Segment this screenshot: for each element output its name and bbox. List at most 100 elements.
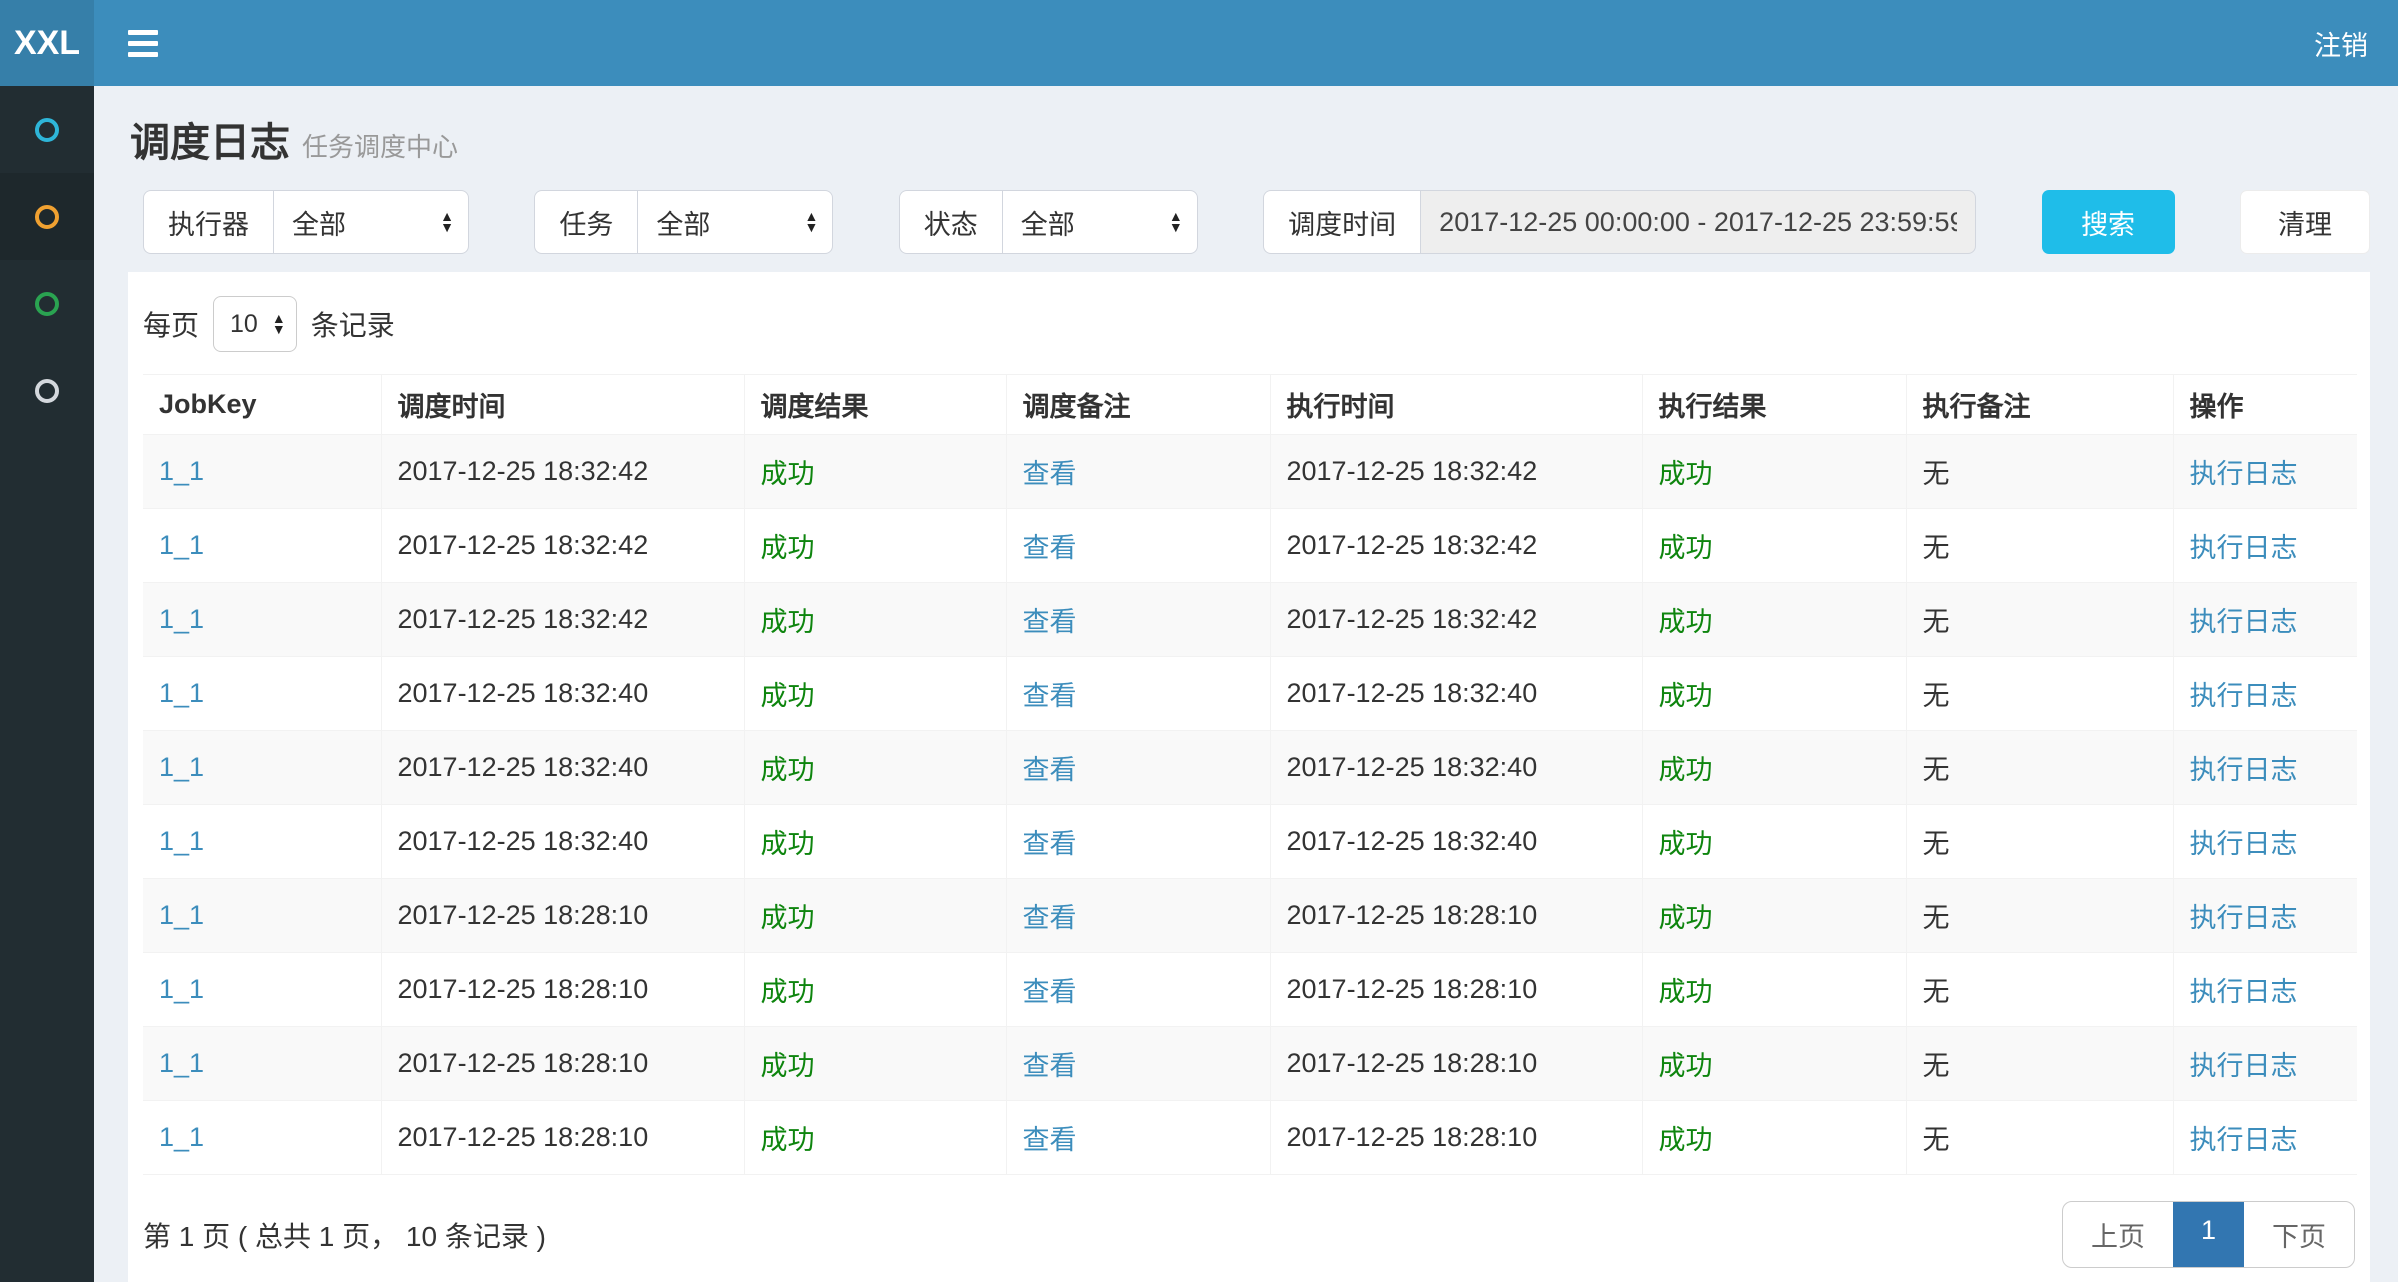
trigger-msg-link[interactable]: 查看 <box>1023 607 1077 637</box>
status-filter-label: 状态 <box>899 190 1002 254</box>
navbar: 注销 <box>94 0 2398 86</box>
trigger-msg-link[interactable]: 查看 <box>1023 903 1077 933</box>
select-arrows-icon: ▲▼ <box>272 313 286 335</box>
filter-toolbar: 执行器 全部 ▲▼ 任务 全部 ▲▼ 状态 全部 ▲▼ 调度时间 搜索 清理 <box>128 190 2370 254</box>
time-filter-group: 调度时间 <box>1263 190 1976 254</box>
trigger-result-text: 成功 <box>761 1051 815 1081</box>
trigger-msg-link[interactable]: 查看 <box>1023 533 1077 563</box>
trigger-msg-link[interactable]: 查看 <box>1023 681 1077 711</box>
exec-log-link[interactable]: 执行日志 <box>2190 1125 2298 1155</box>
trigger-msg-link[interactable]: 查看 <box>1023 459 1077 489</box>
handle-time-cell: 2017-12-25 18:32:42 <box>1270 583 1642 657</box>
trigger-time-cell: 2017-12-25 18:28:10 <box>381 1027 744 1101</box>
handle-result-text: 成功 <box>1659 977 1713 1007</box>
sidebar-toggle-icon[interactable] <box>128 30 158 57</box>
handle-time-cell: 2017-12-25 18:28:10 <box>1270 1027 1642 1101</box>
exec-log-link[interactable]: 执行日志 <box>2190 533 2298 563</box>
current-page-button[interactable]: 1 <box>2173 1202 2244 1267</box>
exec-log-link[interactable]: 执行日志 <box>2190 459 2298 489</box>
next-page-button[interactable]: 下页 <box>2244 1202 2354 1267</box>
jobkey-link[interactable]: 1_1 <box>159 826 204 856</box>
trigger-msg-link[interactable]: 查看 <box>1023 977 1077 1007</box>
prev-page-button[interactable]: 上页 <box>2063 1202 2173 1267</box>
handle-time-cell: 2017-12-25 18:32:42 <box>1270 509 1642 583</box>
trigger-result-text: 成功 <box>761 903 815 933</box>
time-range-input[interactable] <box>1420 190 1976 254</box>
trigger-msg-link[interactable]: 查看 <box>1023 829 1077 859</box>
exec-log-link[interactable]: 执行日志 <box>2190 977 2298 1007</box>
status-select[interactable]: 全部 ▲▼ <box>1002 190 1198 254</box>
sidebar-item-4[interactable] <box>0 347 94 434</box>
jobkey-link[interactable]: 1_1 <box>159 678 204 708</box>
page-size-control: 每页 10 ▲▼ 条记录 <box>143 288 2355 374</box>
table-header-row: JobKey调度时间调度结果调度备注执行时间执行结果执行备注操作 <box>143 375 2357 435</box>
page-size-prefix: 每页 <box>143 304 199 344</box>
sidebar <box>0 86 94 1282</box>
jobkey-link[interactable]: 1_1 <box>159 900 204 930</box>
column-header-1: JobKey <box>143 375 381 435</box>
trigger-msg-link[interactable]: 查看 <box>1023 755 1077 785</box>
jobkey-link[interactable]: 1_1 <box>159 974 204 1004</box>
select-arrows-icon: ▲▼ <box>440 211 454 233</box>
page-size-select[interactable]: 10 ▲▼ <box>213 296 297 352</box>
trigger-result-text: 成功 <box>761 459 815 489</box>
trigger-time-cell: 2017-12-25 18:32:42 <box>381 435 744 509</box>
logout-link[interactable]: 注销 <box>2314 24 2368 63</box>
exec-log-link[interactable]: 执行日志 <box>2190 755 2298 785</box>
sidebar-item-3[interactable] <box>0 260 94 347</box>
table-row: 1_1 2017-12-25 18:32:42 成功 查看 2017-12-25… <box>143 509 2357 583</box>
trigger-time-cell: 2017-12-25 18:28:10 <box>381 953 744 1027</box>
jobkey-link[interactable]: 1_1 <box>159 530 204 560</box>
circle-icon <box>35 379 59 403</box>
trigger-result-text: 成功 <box>761 755 815 785</box>
table-row: 1_1 2017-12-25 18:28:10 成功 查看 2017-12-25… <box>143 1027 2357 1101</box>
search-button[interactable]: 搜索 <box>2042 190 2175 254</box>
top-navbar: XXL 注销 <box>0 0 2398 86</box>
trigger-result-text: 成功 <box>761 829 815 859</box>
select-arrows-icon: ▲▼ <box>805 211 819 233</box>
sidebar-item-2[interactable] <box>0 173 94 260</box>
handle-msg-cell: 无 <box>1906 731 2173 805</box>
trigger-time-cell: 2017-12-25 18:28:10 <box>381 879 744 953</box>
jobkey-link[interactable]: 1_1 <box>159 1048 204 1078</box>
column-header-3: 调度结果 <box>744 375 1006 435</box>
trigger-result-text: 成功 <box>761 977 815 1007</box>
pagination: 上页 1 下页 <box>2062 1201 2355 1268</box>
exec-log-link[interactable]: 执行日志 <box>2190 681 2298 711</box>
content-panel: 每页 10 ▲▼ 条记录 JobKey调度时间调度结果调度备注执行时间执行结果执… <box>128 272 2370 1282</box>
exec-log-link[interactable]: 执行日志 <box>2190 903 2298 933</box>
table-row: 1_1 2017-12-25 18:32:40 成功 查看 2017-12-25… <box>143 805 2357 879</box>
handle-time-cell: 2017-12-25 18:28:10 <box>1270 879 1642 953</box>
main-content: 调度日志任务调度中心 执行器 全部 ▲▼ 任务 全部 ▲▼ 状态 全部 ▲▼ 调… <box>94 86 2398 1282</box>
table-row: 1_1 2017-12-25 18:28:10 成功 查看 2017-12-25… <box>143 879 2357 953</box>
handle-msg-cell: 无 <box>1906 657 2173 731</box>
exec-log-link[interactable]: 执行日志 <box>2190 607 2298 637</box>
jobkey-link[interactable]: 1_1 <box>159 604 204 634</box>
trigger-time-cell: 2017-12-25 18:32:40 <box>381 731 744 805</box>
page-title: 调度日志 <box>130 121 290 165</box>
job-filter-label: 任务 <box>534 190 637 254</box>
exec-log-link[interactable]: 执行日志 <box>2190 1051 2298 1081</box>
column-header-7: 执行备注 <box>1906 375 2173 435</box>
handle-time-cell: 2017-12-25 18:32:40 <box>1270 657 1642 731</box>
jobkey-link[interactable]: 1_1 <box>159 1122 204 1152</box>
handle-time-cell: 2017-12-25 18:28:10 <box>1270 1101 1642 1175</box>
exec-log-link[interactable]: 执行日志 <box>2190 829 2298 859</box>
app-logo[interactable]: XXL <box>0 0 94 86</box>
executor-select[interactable]: 全部 ▲▼ <box>273 190 469 254</box>
time-filter-label: 调度时间 <box>1263 190 1420 254</box>
trigger-msg-link[interactable]: 查看 <box>1023 1125 1077 1155</box>
column-header-6: 执行结果 <box>1642 375 1906 435</box>
jobkey-link[interactable]: 1_1 <box>159 752 204 782</box>
job-select[interactable]: 全部 ▲▼ <box>637 190 833 254</box>
sidebar-item-1[interactable] <box>0 86 94 173</box>
handle-msg-cell: 无 <box>1906 583 2173 657</box>
table-row: 1_1 2017-12-25 18:32:40 成功 查看 2017-12-25… <box>143 731 2357 805</box>
table-row: 1_1 2017-12-25 18:28:10 成功 查看 2017-12-25… <box>143 953 2357 1027</box>
jobkey-link[interactable]: 1_1 <box>159 456 204 486</box>
column-header-2: 调度时间 <box>381 375 744 435</box>
trigger-msg-link[interactable]: 查看 <box>1023 1051 1077 1081</box>
select-arrows-icon: ▲▼ <box>1169 211 1183 233</box>
table-row: 1_1 2017-12-25 18:32:42 成功 查看 2017-12-25… <box>143 435 2357 509</box>
clear-button[interactable]: 清理 <box>2240 190 2370 254</box>
